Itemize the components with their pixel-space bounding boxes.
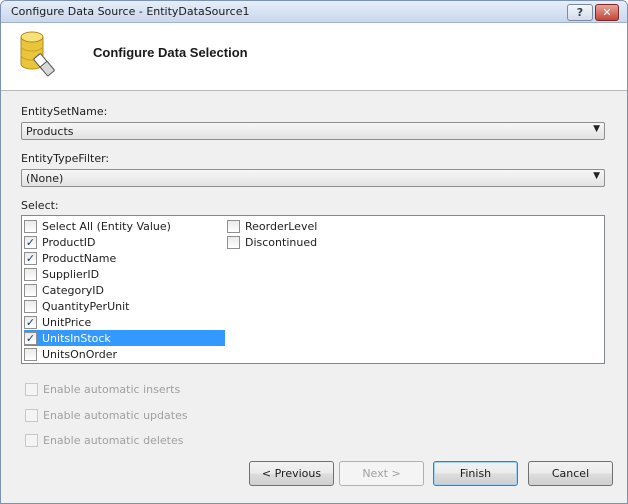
list-item-label: Select All (Entity Value)	[42, 219, 171, 233]
select-checklist[interactable]: Select All (Entity Value) ✓ ProductID ✓ …	[21, 215, 605, 364]
window-title: Configure Data Source - EntityDataSource…	[11, 5, 250, 18]
checkbox[interactable]: ✓	[24, 251, 37, 265]
next-button[interactable]: Next >	[339, 461, 424, 486]
checkbox[interactable]	[24, 299, 37, 313]
list-item-label: SupplierID	[42, 267, 100, 281]
enable-inserts-checkbox[interactable]	[25, 383, 38, 396]
title-bar[interactable]: Configure Data Source - EntityDataSource…	[1, 1, 627, 23]
checkbox[interactable]: ✓	[24, 235, 37, 249]
checkbox[interactable]	[24, 283, 37, 297]
list-item-label: QuantityPerUnit	[42, 299, 130, 313]
checkbox[interactable]	[24, 267, 37, 281]
list-item-label: ProductName	[42, 251, 117, 265]
page-title: Configure Data Selection	[93, 45, 248, 60]
wizard-header: Configure Data Selection	[1, 23, 627, 91]
list-item[interactable]: QuantityPerUnit	[24, 298, 225, 314]
select-label: Select:	[21, 199, 59, 212]
list-item[interactable]: UnitsOnOrder	[24, 346, 225, 362]
database-icon	[20, 31, 55, 77]
entity-set-label: EntitySetName:	[21, 105, 108, 118]
checkbox[interactable]	[24, 219, 37, 233]
chevron-down-icon: ▼	[593, 171, 600, 181]
list-item-label: UnitsOnOrder	[42, 347, 118, 361]
list-item[interactable]: CategoryID	[24, 282, 225, 298]
list-item[interactable]: SupplierID	[24, 266, 225, 282]
entity-type-dropdown[interactable]: (None) ▼	[21, 169, 605, 187]
dialog-window: Configure Data Source - EntityDataSource…	[0, 0, 628, 504]
list-item-selected[interactable]: ✓ UnitsInStock	[24, 330, 225, 346]
list-item-label: CategoryID	[42, 283, 104, 297]
list-item[interactable]: Select All (Entity Value)	[24, 218, 225, 234]
enable-inserts-option[interactable]: Enable automatic inserts	[25, 383, 180, 396]
enable-deletes-option[interactable]: Enable automatic deletes	[25, 434, 183, 447]
entity-set-dropdown[interactable]: Products ▼	[21, 122, 605, 140]
enable-deletes-label: Enable automatic deletes	[43, 434, 184, 447]
close-button[interactable]: ✕	[595, 4, 619, 21]
enable-inserts-label: Enable automatic inserts	[43, 383, 181, 396]
list-item-label: ProductID	[42, 235, 96, 249]
list-item-label: UnitsInStock	[42, 331, 111, 345]
list-item[interactable]: ReorderLevel	[227, 218, 357, 234]
enable-updates-checkbox[interactable]	[25, 409, 38, 422]
list-item[interactable]: Discontinued	[227, 234, 357, 250]
enable-updates-label: Enable automatic updates	[43, 409, 188, 422]
finish-button[interactable]: Finish	[433, 461, 518, 486]
chevron-down-icon: ▼	[593, 124, 600, 134]
list-item-label: Discontinued	[245, 235, 318, 249]
checkbox[interactable]	[227, 235, 240, 249]
entity-set-value: Products	[26, 125, 74, 138]
list-item[interactable]: ✓ ProductID	[24, 234, 225, 250]
enable-updates-option[interactable]: Enable automatic updates	[25, 409, 188, 422]
entity-type-label: EntityTypeFilter:	[21, 152, 110, 165]
list-item[interactable]: ✓ UnitPrice	[24, 314, 225, 330]
enable-deletes-checkbox[interactable]	[25, 434, 38, 447]
checkbox[interactable]: ✓	[24, 331, 37, 345]
checkbox[interactable]	[24, 347, 37, 361]
checkbox[interactable]	[227, 219, 240, 233]
cancel-button[interactable]: Cancel	[528, 461, 613, 486]
help-button[interactable]: ?	[567, 4, 593, 21]
checkbox[interactable]: ✓	[24, 315, 37, 329]
list-item-label: UnitPrice	[42, 315, 92, 329]
previous-button[interactable]: < Previous	[249, 461, 334, 486]
list-item-label: ReorderLevel	[245, 219, 318, 233]
list-item[interactable]: ✓ ProductName	[24, 250, 225, 266]
entity-type-value: (None)	[26, 172, 64, 185]
